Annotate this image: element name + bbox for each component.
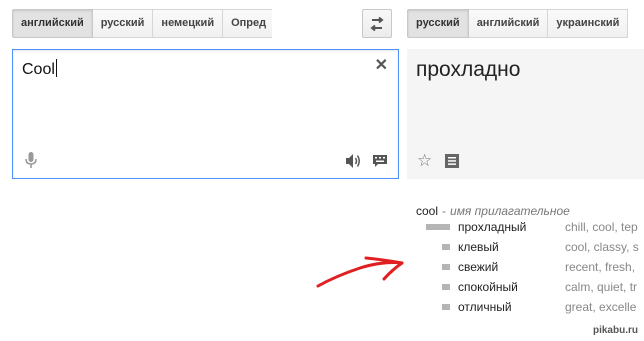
source-text: Cool	[22, 61, 55, 78]
tab-target-english[interactable]: английский	[468, 9, 549, 38]
entry-term[interactable]: спокойный	[458, 280, 518, 294]
dictionary-entry: отличный great, excelle	[416, 298, 644, 318]
entry-synonyms: cool, classy, s	[565, 240, 639, 254]
entry-term[interactable]: клевый	[458, 240, 499, 254]
tab-source-detect[interactable]: Опред	[223, 9, 272, 38]
dictionary-separator: -	[442, 204, 447, 218]
entry-term[interactable]: свежий	[458, 260, 498, 274]
frequency-bar	[442, 284, 450, 290]
target-language-tabs: русский английский украинский	[407, 9, 644, 38]
entry-synonyms: recent, fresh,	[565, 260, 636, 274]
frequency-bar	[442, 304, 450, 310]
dictionary-word: cool	[416, 204, 439, 218]
swap-languages-button[interactable]	[362, 9, 392, 38]
keyboard-icon[interactable]	[372, 154, 388, 168]
star-button[interactable]: ☆	[417, 151, 433, 170]
entry-term[interactable]: прохладный	[458, 220, 526, 234]
watermark: pikabu.ru	[592, 325, 638, 336]
entry-term[interactable]: отличный	[458, 300, 512, 314]
tab-source-english[interactable]: английский	[12, 9, 93, 38]
tab-source-russian[interactable]: русский	[92, 9, 154, 38]
frequency-bar	[442, 244, 450, 250]
frequency-bar	[442, 264, 450, 270]
dictionary-entries: прохладный chill, cool, tep клевый cool,…	[416, 218, 644, 318]
dictionary-entry: свежий recent, fresh,	[416, 258, 644, 278]
clear-icon: ✕	[374, 57, 388, 74]
swap-icon	[370, 16, 384, 31]
entry-synonyms: calm, quiet, tr	[565, 280, 638, 294]
entry-synonyms: great, excelle	[565, 300, 637, 314]
list-icon[interactable]	[445, 154, 459, 168]
source-language-tabs: английский русский немецкий Опред	[12, 9, 272, 38]
source-text-area[interactable]: Cool ✕	[12, 49, 399, 179]
tab-source-german[interactable]: немецкий	[153, 9, 224, 38]
text-cursor	[55, 59, 57, 77]
speaker-icon[interactable]	[345, 153, 362, 169]
frequency-bar	[426, 224, 450, 230]
source-text-value[interactable]: Cool	[22, 59, 57, 79]
translation-text: прохладно	[416, 58, 521, 81]
translation-result-area: прохладно ☆	[407, 49, 644, 179]
tab-target-russian[interactable]: русский	[407, 9, 469, 38]
annotation-arrow	[316, 256, 404, 288]
star-icon: ☆	[417, 151, 433, 170]
tab-target-ukrainian[interactable]: украинский	[548, 9, 629, 38]
microphone-icon[interactable]	[25, 152, 37, 168]
part-of-speech: имя прилагательное	[450, 204, 570, 218]
entry-synonyms: chill, cool, tep	[565, 220, 638, 234]
dictionary-entry: спокойный calm, quiet, tr	[416, 278, 644, 298]
clear-button[interactable]: ✕	[375, 58, 388, 74]
dictionary-entry: прохладный chill, cool, tep	[416, 218, 644, 238]
dictionary-panel: cool - имя прилагательное прохладный chill…	[416, 204, 644, 318]
dictionary-entry: клевый cool, classy, s	[416, 238, 644, 258]
dictionary-header: cool - имя прилагательное	[416, 204, 644, 218]
